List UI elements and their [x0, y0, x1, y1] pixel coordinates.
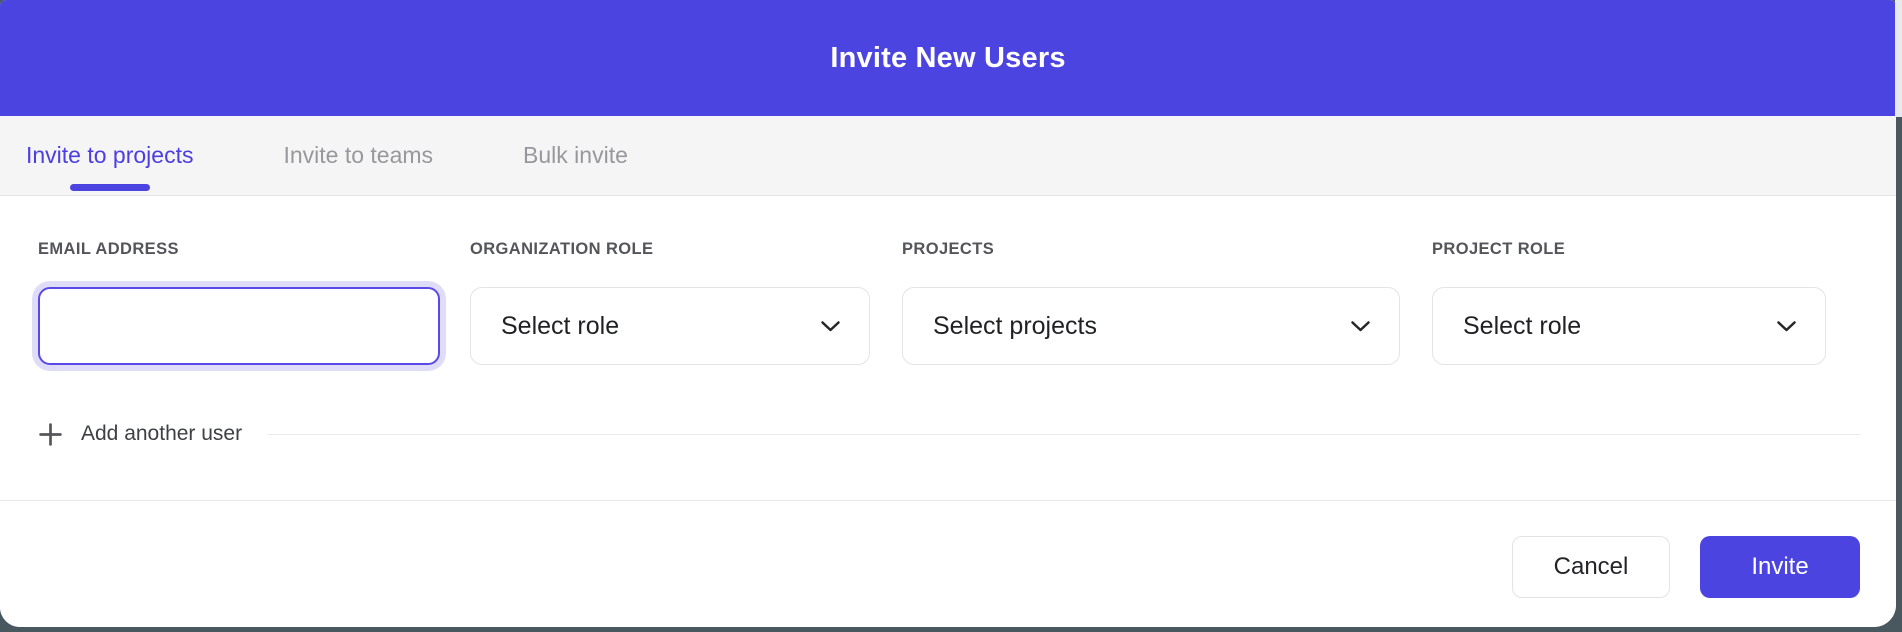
projects-select[interactable]: Select projects: [902, 287, 1400, 365]
project-role-value: Select role: [1463, 312, 1581, 341]
plus-icon: [38, 422, 63, 447]
add-another-user-button[interactable]: Add another user: [38, 422, 242, 447]
organization-role-label: ORGANIZATION ROLE: [470, 240, 870, 287]
modal-title: Invite New Users: [830, 42, 1065, 75]
tab-bulk-invite[interactable]: Bulk invite: [523, 116, 628, 195]
email-address-input[interactable]: [38, 287, 440, 365]
chevron-down-icon: [820, 320, 841, 333]
modal-footer: Cancel Invite: [0, 501, 1896, 627]
tab-label: Invite to teams: [283, 142, 433, 169]
active-tab-indicator: [70, 184, 150, 191]
invite-users-modal: Invite New Users Invite to projects Invi…: [0, 0, 1896, 627]
add-another-user-label: Add another user: [81, 422, 242, 446]
organization-role-value: Select role: [501, 312, 619, 341]
project-role-select[interactable]: Select role: [1432, 287, 1826, 365]
modal-header: Invite New Users: [0, 0, 1896, 116]
tab-invite-to-teams[interactable]: Invite to teams: [283, 116, 433, 195]
tab-bar: Invite to projects Invite to teams Bulk …: [0, 116, 1896, 196]
tab-label: Bulk invite: [523, 142, 628, 169]
scrollbar-track[interactable]: [1895, 0, 1902, 117]
projects-label: PROJECTS: [902, 240, 1400, 287]
invite-button[interactable]: Invite: [1700, 536, 1860, 598]
organization-role-field: ORGANIZATION ROLE Select role: [470, 240, 870, 365]
organization-role-select[interactable]: Select role: [470, 287, 870, 365]
cancel-button[interactable]: Cancel: [1512, 536, 1670, 598]
project-role-field: PROJECT ROLE Select role: [1432, 240, 1826, 365]
invite-form: EMAIL ADDRESS ORGANIZATION ROLE Select r…: [0, 196, 1896, 500]
add-another-user-row: Add another user: [38, 419, 1860, 449]
projects-field: PROJECTS Select projects: [902, 240, 1400, 365]
projects-value: Select projects: [933, 312, 1097, 341]
email-address-label: EMAIL ADDRESS: [38, 240, 440, 287]
chevron-down-icon: [1776, 320, 1797, 333]
tab-invite-to-projects[interactable]: Invite to projects: [26, 116, 193, 195]
add-row-divider: [268, 434, 1860, 435]
project-role-label: PROJECT ROLE: [1432, 240, 1826, 287]
tab-label: Invite to projects: [26, 142, 193, 169]
chevron-down-icon: [1350, 320, 1371, 333]
email-address-field: EMAIL ADDRESS: [38, 240, 440, 365]
screen: { "header": { "title": "Invite New Users…: [0, 0, 1902, 632]
